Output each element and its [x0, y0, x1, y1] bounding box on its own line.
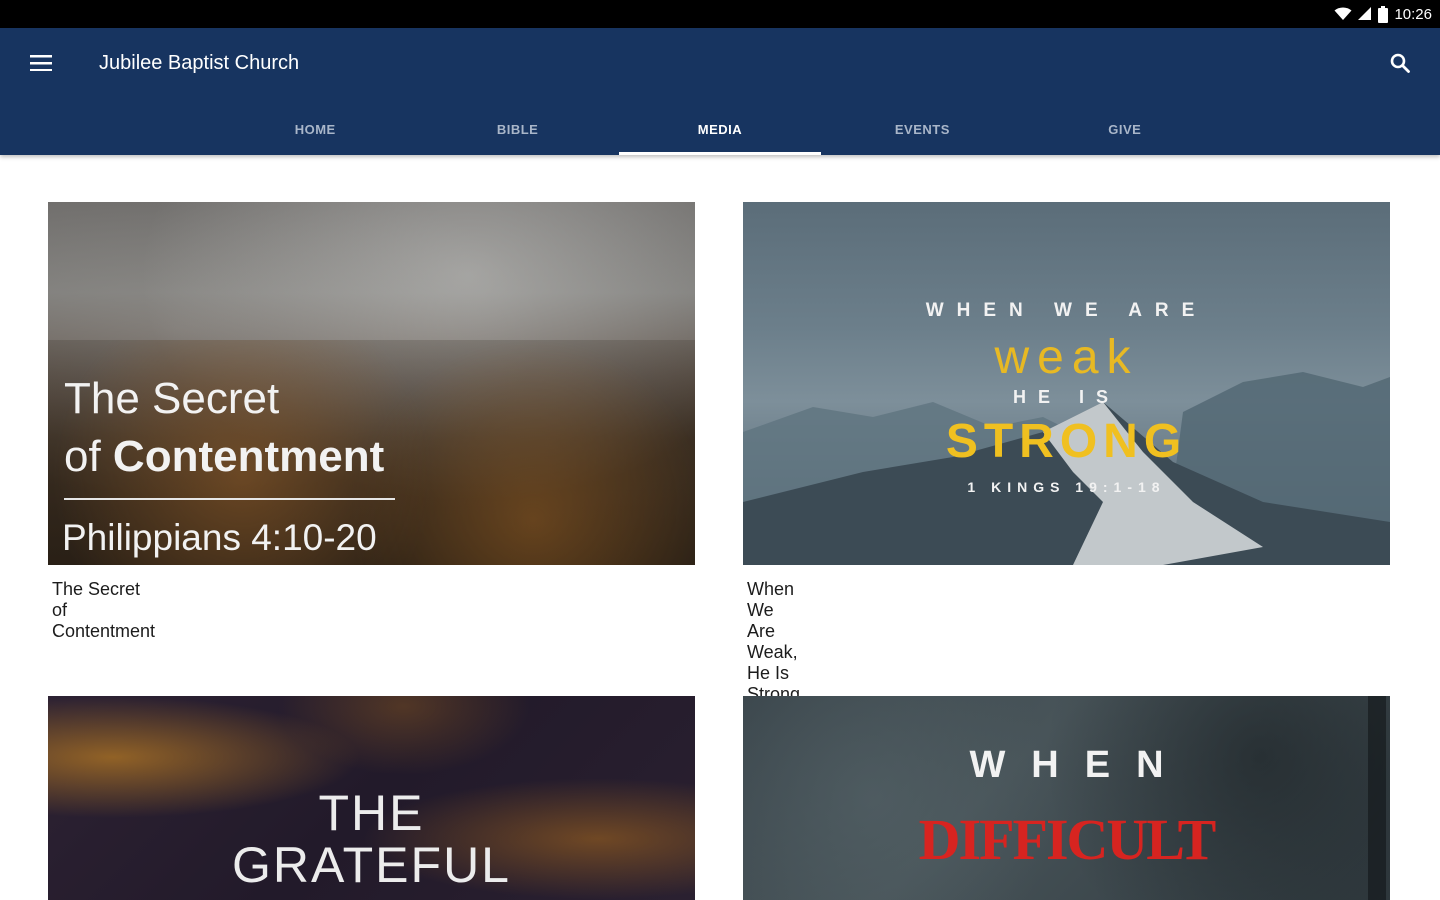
media-thumbnail[interactable]: WHEN DIFFICULT: [743, 696, 1390, 900]
tab-media[interactable]: MEDIA: [618, 104, 822, 155]
artwork-line: WHEN: [969, 744, 1190, 786]
wifi-icon: [1334, 7, 1352, 21]
artwork-line: STRONG: [945, 415, 1188, 468]
media-thumbnail[interactable]: THE GRATEFUL: [48, 696, 695, 900]
app-bar: Jubilee Baptist Church HOME BIBLE MEDIA …: [0, 28, 1440, 155]
signal-icon: [1358, 7, 1372, 21]
tab-home[interactable]: HOME: [214, 104, 416, 155]
menu-button[interactable]: [22, 48, 60, 82]
artwork-scripture: 1 KINGS 19:1-18: [967, 479, 1166, 495]
tab-events[interactable]: EVENTS: [821, 104, 1023, 155]
artwork-title-line: The Secret: [64, 374, 280, 423]
artwork-line: DIFFICULT: [918, 807, 1217, 872]
artwork-line: weak: [994, 331, 1139, 384]
clock: 10:26: [1394, 5, 1432, 23]
status-bar: 10:26: [0, 0, 1440, 28]
artwork-scripture: Philippians 4:10-20: [62, 517, 377, 558]
media-caption[interactable]: The Secret of Contentment: [52, 579, 155, 642]
artwork-line: THE: [318, 785, 425, 841]
app-title: Jubilee Baptist Church: [99, 52, 300, 74]
search-button[interactable]: [1382, 48, 1418, 82]
status-indicators: 10:26: [1334, 4, 1432, 24]
tab-bar: HOME BIBLE MEDIA EVENTS GIVE: [214, 104, 1226, 155]
search-icon: [1390, 53, 1410, 78]
artwork-line: HE IS: [1012, 387, 1120, 407]
battery-icon: [1378, 5, 1389, 23]
tab-give[interactable]: GIVE: [1024, 104, 1226, 155]
artwork-title-line: of Contentment: [64, 432, 385, 481]
tab-bible[interactable]: BIBLE: [416, 104, 618, 155]
artwork-divider: [64, 498, 395, 500]
artwork-line: WHEN WE ARE: [925, 300, 1208, 321]
media-thumbnail[interactable]: The Secret of Contentment Philippians 4:…: [48, 202, 695, 565]
media-thumbnail[interactable]: WHEN WE ARE weak HE IS STRONG 1 KINGS 19…: [743, 202, 1390, 565]
media-caption[interactable]: When We Are Weak, He Is Strong: [747, 579, 800, 705]
artwork-line: GRATEFUL: [232, 837, 511, 893]
menu-icon: [30, 54, 52, 76]
